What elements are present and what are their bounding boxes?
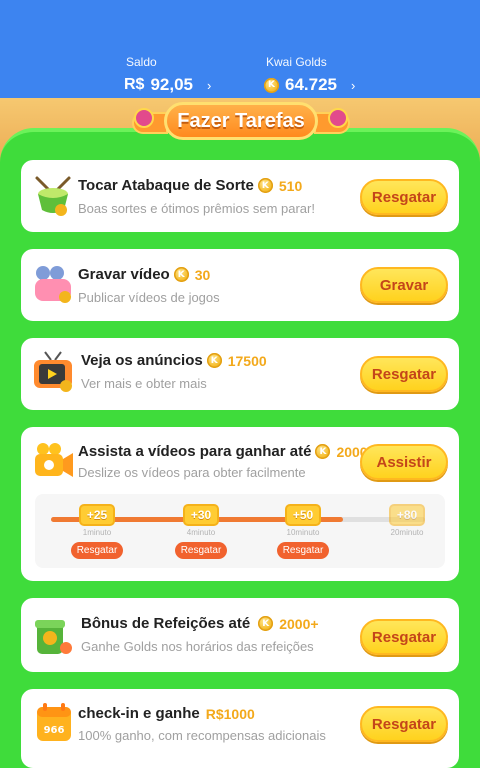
step-time: 4minuto bbox=[186, 528, 216, 537]
step-time: 1minuto bbox=[82, 528, 112, 537]
progress-step: +50 10minuto Resgatar bbox=[273, 504, 333, 559]
resgatar-button[interactable]: Resgatar bbox=[360, 706, 448, 742]
tv-icon bbox=[31, 350, 75, 394]
task-card-assistir-videos: Assista a vídeos para ganhar até K 2000 … bbox=[21, 427, 459, 581]
step-reward: +25 bbox=[78, 504, 116, 526]
task-title: Bônus de Refeições até K 2000+ bbox=[81, 615, 319, 632]
task-title: Assista a vídeos para ganhar até K 2000 bbox=[78, 443, 368, 460]
golds-balance[interactable]: Kwai Golds K 64.725 › bbox=[264, 55, 355, 95]
step-reward: +50 bbox=[284, 504, 322, 526]
assistir-button[interactable]: Assistir bbox=[360, 444, 448, 480]
gold-coin-icon: K bbox=[315, 444, 331, 459]
step-claim-button[interactable]: Resgatar bbox=[276, 542, 330, 559]
task-reward: 2000+ bbox=[279, 615, 319, 632]
gold-coin-icon: K bbox=[257, 178, 273, 193]
calendar-icon-text: 966 bbox=[44, 725, 65, 736]
step-claim-button[interactable]: Resgatar bbox=[174, 542, 228, 559]
progress-step: +80 20minuto bbox=[377, 504, 437, 537]
saldo-value: 92,05 bbox=[150, 75, 193, 94]
saldo-chevron-icon[interactable]: › bbox=[207, 78, 211, 93]
tasks-banner: Fazer Tarefas bbox=[128, 100, 354, 144]
saldo-balance[interactable]: Saldo R$ 92,05 › bbox=[124, 55, 211, 95]
saldo-label: Saldo bbox=[126, 55, 157, 69]
task-subtitle: Ver mais e obter mais bbox=[81, 376, 207, 391]
gold-coin-icon: K bbox=[264, 77, 279, 93]
saldo-currency: R$ bbox=[124, 76, 145, 93]
header-bar bbox=[0, 0, 480, 100]
meal-box-icon bbox=[31, 614, 75, 658]
gold-coin-icon: K bbox=[173, 267, 189, 282]
task-title-text: Bônus de Refeições até bbox=[81, 615, 251, 632]
golds-chevron-icon[interactable]: › bbox=[351, 78, 355, 93]
banner-title: Fazer Tarefas bbox=[164, 102, 318, 140]
bird-mascot-icon bbox=[134, 108, 154, 128]
task-title-text: Veja os anúncios bbox=[81, 352, 203, 369]
progress-step: +30 4minuto Resgatar bbox=[171, 504, 231, 559]
task-card-anuncios: Veja os anúncios K 17500 Ver mais e obte… bbox=[21, 338, 459, 410]
step-reward: +30 bbox=[182, 504, 220, 526]
task-title-text: check-in e ganhe bbox=[78, 705, 200, 722]
task-title-text: Gravar vídeo bbox=[78, 266, 170, 283]
task-subtitle: Publicar vídeos de jogos bbox=[78, 290, 220, 305]
bird-mascot-icon bbox=[328, 108, 348, 128]
step-time: 10minuto bbox=[286, 528, 320, 537]
task-card-check-in: 966 check-in e ganhe R$1000 100% ganho, … bbox=[21, 689, 459, 768]
task-card-atabaque: Tocar Atabaque de Sorte K 510 Boas sorte… bbox=[21, 160, 459, 232]
task-subtitle: Ganhe Golds nos horários das refeições bbox=[81, 639, 314, 654]
calendar-icon: 966 bbox=[33, 701, 77, 745]
progress-step: +25 1minuto Resgatar bbox=[67, 504, 127, 559]
task-subtitle: Boas sortes e ótimos prêmios sem parar! bbox=[78, 201, 315, 216]
step-claim-button[interactable]: Resgatar bbox=[70, 542, 124, 559]
task-title: Veja os anúncios K 17500 bbox=[81, 352, 267, 369]
task-reward: R$1000 bbox=[205, 705, 255, 722]
task-title: check-in e ganhe R$1000 bbox=[78, 705, 255, 722]
resgatar-button[interactable]: Resgatar bbox=[360, 356, 448, 392]
task-subtitle: 100% ganho, com recompensas adicionais bbox=[78, 728, 326, 743]
task-subtitle: Deslize os vídeos para obter facilmente bbox=[78, 465, 306, 480]
gravar-button[interactable]: Gravar bbox=[360, 267, 448, 303]
task-title: Gravar vídeo K 30 bbox=[78, 266, 210, 283]
step-time: 20minuto bbox=[390, 528, 424, 537]
task-title: Tocar Atabaque de Sorte K 510 bbox=[78, 177, 302, 194]
task-title-text: Tocar Atabaque de Sorte bbox=[78, 177, 254, 194]
task-card-gravar-video: Gravar vídeo K 30 Publicar vídeos de jog… bbox=[21, 249, 459, 321]
video-camera-icon bbox=[31, 439, 75, 483]
resgatar-button[interactable]: Resgatar bbox=[360, 619, 448, 655]
task-reward: 17500 bbox=[227, 352, 267, 369]
task-card-refeicoes: Bônus de Refeições até K 2000+ Ganhe Gol… bbox=[21, 598, 459, 672]
watch-progress: +25 1minuto Resgatar +30 4minuto Resgata… bbox=[35, 494, 445, 568]
gold-coin-icon: K bbox=[206, 353, 222, 368]
golds-label: Kwai Golds bbox=[266, 55, 327, 69]
step-reward: +80 bbox=[388, 504, 426, 526]
task-reward: 510 bbox=[278, 177, 303, 194]
golds-value: 64.725 bbox=[285, 75, 337, 94]
task-reward: 30 bbox=[194, 266, 211, 283]
drum-icon bbox=[31, 174, 75, 218]
camera-icon bbox=[31, 263, 75, 307]
resgatar-button[interactable]: Resgatar bbox=[360, 179, 448, 215]
gold-coin-icon: K bbox=[258, 616, 274, 631]
task-title-text: Assista a vídeos para ganhar até bbox=[78, 443, 312, 460]
